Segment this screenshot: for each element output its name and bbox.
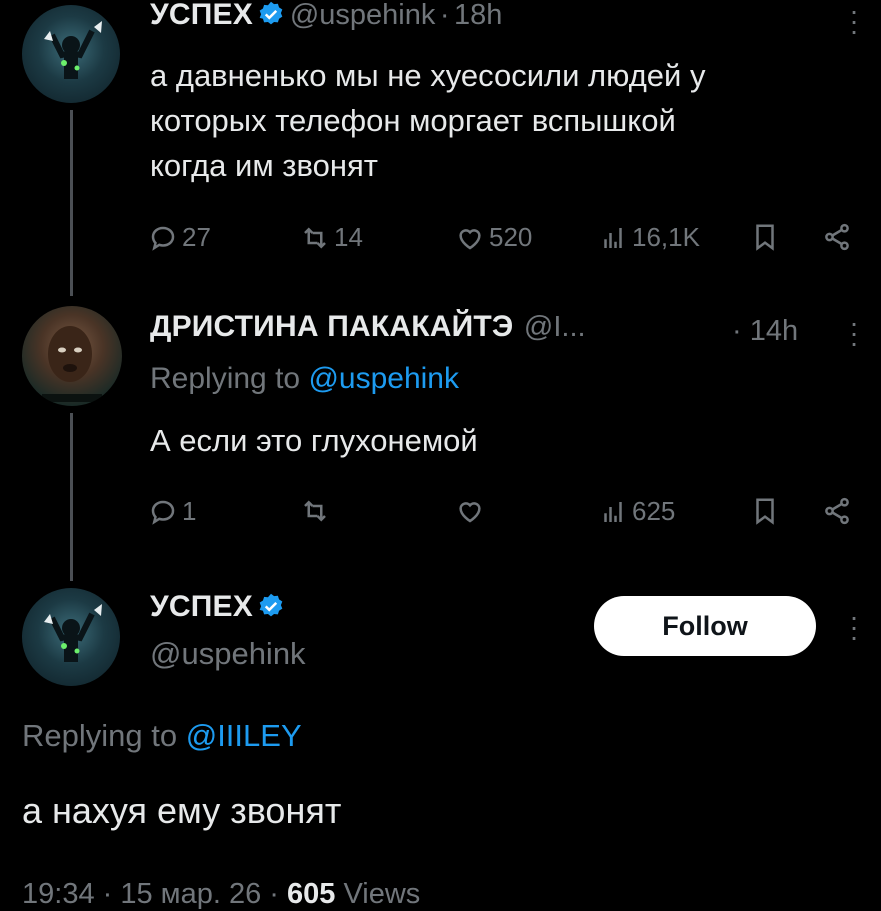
share-icon <box>825 497 849 525</box>
avatar-figure-icon <box>44 604 102 662</box>
tweet-text-line: которых телефон моргает вспышкой <box>150 103 676 138</box>
separator-dot: · <box>439 0 450 31</box>
tweet3-text: а нахуя ему звонят <box>22 790 342 831</box>
bookmark-icon <box>756 498 774 525</box>
thread-connector-line <box>70 110 73 296</box>
verified-badge-icon <box>260 593 283 617</box>
more-options-icon[interactable]: · · · <box>848 0 860 45</box>
verified-badge-icon <box>260 1 283 25</box>
views-chart-icon <box>604 501 622 522</box>
replying-to: Replying to @uspehink <box>150 362 459 396</box>
display-name[interactable]: ДРИСТИНА ПАКАКАЙТЭ <box>150 310 513 343</box>
more-options-icon[interactable]: · · · <box>848 603 860 651</box>
views-button[interactable]: 625 <box>598 496 675 527</box>
reply-button[interactable]: 1 <box>148 496 196 527</box>
footer-timestamp[interactable]: 19:34 · 15 мар. 26 · <box>22 878 279 910</box>
separator-dot: · <box>732 315 742 347</box>
like-button[interactable]: 520 <box>455 222 532 253</box>
tweet-footer: 19:34 · 15 мар. 26 · 605 Views <box>22 878 420 911</box>
handle[interactable]: @uspehink <box>150 636 306 672</box>
share-button[interactable] <box>822 222 852 252</box>
bookmark-icon <box>756 224 774 251</box>
tweet1-header: УСПЕХ @uspehink · 18h <box>150 0 502 38</box>
heart-icon <box>459 228 481 249</box>
reply-icon <box>151 500 175 525</box>
heart-icon <box>459 502 481 523</box>
follow-button[interactable]: Follow <box>594 596 816 656</box>
footer-views-label: Views <box>343 878 421 910</box>
avatar-face-icon <box>42 326 102 402</box>
bookmark-button[interactable] <box>750 496 780 526</box>
avatar[interactable] <box>22 306 122 406</box>
reply-button[interactable]: 27 <box>148 222 211 253</box>
bookmark-button[interactable] <box>750 222 780 252</box>
retweet-icon <box>304 500 326 522</box>
footer-views-count: 605 <box>287 878 336 910</box>
like-button[interactable] <box>455 496 485 526</box>
timestamp[interactable]: 14h <box>750 315 798 347</box>
retweet-button[interactable]: 14 <box>300 222 363 253</box>
handle[interactable]: @uspehink <box>290 0 436 31</box>
avatar[interactable] <box>22 5 120 103</box>
avatar[interactable] <box>22 588 120 686</box>
retweet-icon <box>304 226 326 249</box>
tweet-text-line: а давненько мы не хуесосили людей у <box>150 58 706 93</box>
more-options-icon[interactable]: · · · <box>848 309 860 357</box>
tweet1-text: а давненько мы не хуесосили людей у кото… <box>150 53 870 188</box>
reply-icon <box>151 226 175 251</box>
retweet-button[interactable] <box>300 496 330 526</box>
replying-to-label: Replying to <box>22 718 178 753</box>
avatar-figure-icon <box>44 21 102 79</box>
replying-to-label: Replying to <box>150 362 301 395</box>
share-button[interactable] <box>822 496 852 526</box>
retweet-count: 14 <box>334 222 363 252</box>
display-name[interactable]: УСПЕХ <box>150 590 253 623</box>
timestamp-group: · 14h <box>732 315 798 348</box>
tweet2-header: ДРИСТИНА ПАКАКАЙТЭ @I... <box>150 310 586 350</box>
replying-to: Replying to @IIILEY <box>22 718 302 754</box>
like-count: 520 <box>489 222 533 252</box>
reply-count: 1 <box>182 496 197 526</box>
share-icon <box>825 223 849 251</box>
tweet-text-line: когда им звонят <box>150 148 378 183</box>
display-name[interactable]: УСПЕХ <box>150 0 253 31</box>
views-button[interactable]: 16,1K <box>598 222 700 253</box>
tweet2-text: А если это глухонемой <box>150 423 478 458</box>
timestamp[interactable]: 18h <box>454 0 502 31</box>
tweet3-header: УСПЕХ <box>150 590 285 624</box>
reply-count: 27 <box>182 222 211 252</box>
replying-to-handle[interactable]: @IIILEY <box>186 718 302 753</box>
thread-connector-line <box>70 413 73 581</box>
replying-to-handle[interactable]: @uspehink <box>308 362 459 395</box>
views-chart-icon <box>604 227 622 248</box>
views-count: 16,1K <box>632 222 700 252</box>
views-count: 625 <box>632 496 676 526</box>
handle[interactable]: @I... <box>524 311 586 343</box>
